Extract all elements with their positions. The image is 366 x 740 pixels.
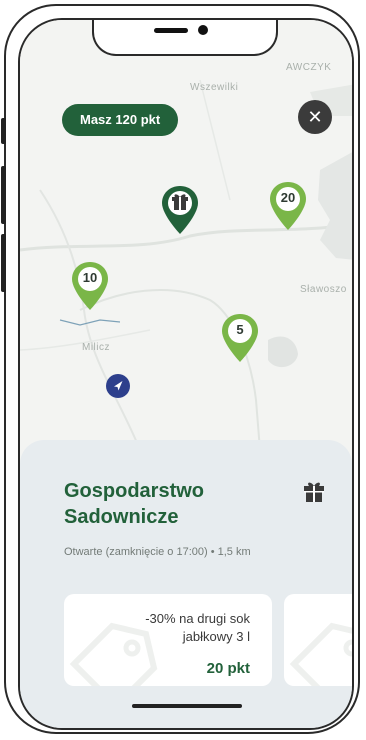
map-label-slawoszowice: Sławoszo — [300, 284, 347, 295]
offer-points: 20 pkt — [206, 660, 250, 677]
gift-icon[interactable] — [302, 480, 326, 504]
pin-marker-icon — [162, 186, 198, 234]
points-badge[interactable]: Masz 120 pkt — [62, 104, 179, 136]
screen: Wszewilki AWCZYK Sławoszo Milicz Masz 12… — [18, 18, 354, 730]
place-title: Gospodarstwo Sadownicze — [64, 480, 205, 528]
map-pin-20[interactable]: 20 — [268, 180, 308, 232]
tag-icon — [289, 622, 352, 686]
camera-icon — [198, 25, 208, 35]
close-button[interactable]: ✕ — [298, 100, 332, 134]
pin-marker-icon — [72, 262, 108, 310]
opening-status: Otwarte (zamknięcie o 17:00) • 1,5 km — [64, 546, 251, 558]
notch — [92, 20, 278, 56]
offer-card[interactable]: -30% na drugi sok jabłkowy 3 l 20 pkt — [64, 594, 272, 686]
map-label-top-right: AWCZYK — [286, 62, 332, 73]
place-details-sheet[interactable]: Gospodarstwo Sadownicze Otwarte (zamknię… — [20, 440, 352, 728]
map-view[interactable]: Wszewilki AWCZYK Sławoszo Milicz Masz 12… — [20, 20, 352, 450]
home-indicator[interactable] — [132, 704, 242, 708]
volume-down-button — [1, 234, 6, 292]
volume-up-button — [1, 166, 6, 224]
pin-marker-icon — [222, 314, 258, 362]
pin-label: 10 — [82, 270, 98, 285]
map-pin-10[interactable]: 10 — [70, 260, 110, 312]
map-label-milicz: Milicz — [82, 342, 110, 353]
map-label-wszewilki: Wszewilki — [190, 82, 239, 93]
mute-switch — [1, 118, 6, 144]
navigation-arrow-icon — [114, 381, 123, 391]
phone-frame: Wszewilki AWCZYK Sławoszo Milicz Masz 12… — [1, 4, 360, 734]
offer-card-next[interactable] — [284, 594, 352, 686]
pin-marker-icon — [270, 182, 306, 230]
offer-description: -30% na drugi sok jabłkowy 3 l — [145, 611, 250, 644]
map-pin-selected[interactable] — [160, 184, 200, 236]
pin-label: 20 — [280, 190, 296, 205]
pin-label: 5 — [236, 322, 244, 337]
speaker-icon — [154, 28, 188, 33]
map-pin-5[interactable]: 5 — [220, 312, 260, 364]
my-location-button[interactable] — [106, 374, 130, 398]
